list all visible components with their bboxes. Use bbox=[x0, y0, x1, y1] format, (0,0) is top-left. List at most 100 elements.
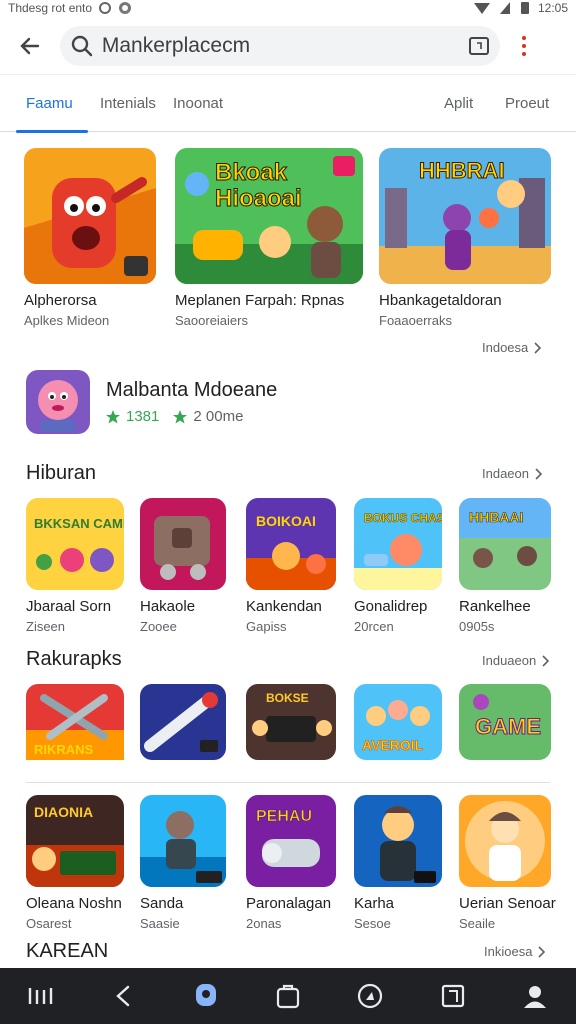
featured-subtitle: Foaaoerraks bbox=[379, 313, 452, 328]
apps-button[interactable] bbox=[266, 974, 310, 1018]
app-card[interactable]: RIKRANS bbox=[26, 684, 124, 776]
battery-icon bbox=[520, 2, 529, 14]
app-thumbnail bbox=[140, 684, 226, 760]
divider bbox=[26, 782, 550, 783]
back-button[interactable] bbox=[10, 26, 50, 66]
app-title: Rankelhee bbox=[459, 598, 531, 615]
app-card[interactable]: PEHAU Paronalagan 2onas bbox=[246, 795, 344, 931]
app-title: Hakaole bbox=[140, 598, 196, 615]
app-card[interactable]: Uerian Senoar Seaile bbox=[459, 795, 557, 931]
app-card[interactable]: Sanda Saasie bbox=[140, 795, 238, 931]
app-thumbnail bbox=[459, 795, 551, 887]
app-subtitle: Zooee bbox=[140, 619, 177, 634]
see-more-link[interactable]: Inkioesa bbox=[484, 944, 546, 959]
app-card[interactable]: HHBAAI Rankelhee 0905s bbox=[459, 498, 557, 634]
search-input[interactable] bbox=[101, 34, 461, 58]
app-thumbnail: PEHAU bbox=[246, 795, 336, 887]
app-subtitle: Osarest bbox=[26, 916, 72, 931]
app-thumbnail: DIAONIA bbox=[26, 795, 124, 887]
app-card[interactable]: AVEROIL bbox=[354, 684, 452, 760]
search-icon bbox=[71, 35, 93, 57]
tab-faamu[interactable]: Faamu bbox=[26, 95, 73, 112]
chevron-right-icon bbox=[535, 467, 543, 480]
featured-thumbnail: HHBRAI bbox=[379, 148, 551, 284]
app-thumbnail bbox=[140, 795, 226, 887]
see-more-link[interactable]: Induaeon bbox=[482, 653, 550, 668]
app-card[interactable]: Hakaole Zooee bbox=[140, 498, 238, 634]
app-subtitle: Ziseen bbox=[26, 619, 66, 634]
app-card[interactable]: BOKUS CHAS Gonalidrep 20rcen bbox=[354, 498, 452, 634]
app-thumbnail bbox=[140, 498, 226, 590]
see-more-link[interactable]: Indaeon bbox=[482, 466, 543, 481]
app-card[interactable]: BOKSE bbox=[246, 684, 344, 760]
app-thumbnail: RIKRANS bbox=[26, 684, 124, 776]
app-subtitle: Sesoe bbox=[354, 916, 391, 931]
featured-card[interactable]: HHBRAI Hbankagetaldoran Foaaoerraks bbox=[379, 148, 551, 328]
app-card[interactable]: BKKSAN CAMB Jbaraal Sorn Ziseen bbox=[26, 498, 124, 634]
app-title: Jbaraal Sorn bbox=[26, 598, 112, 615]
svg-text:BOIKOAI: BOIKOAI bbox=[256, 513, 316, 529]
app-thumbnail: BOKUS CHAS bbox=[354, 498, 442, 590]
back-nav-button[interactable] bbox=[101, 974, 145, 1018]
compass-icon bbox=[358, 983, 383, 1009]
app-card[interactable]: GAME bbox=[459, 684, 557, 760]
section-title: Rakurapks bbox=[26, 648, 122, 670]
app-subtitle: Gapiss bbox=[246, 619, 287, 634]
svg-text:AVEROIL: AVEROIL bbox=[362, 737, 424, 753]
featured-card[interactable]: Bkoak Hioaoai Meplanen Farpah: Rpnas Sao… bbox=[175, 148, 363, 328]
app-card[interactable]: Karha Sesoe bbox=[354, 795, 452, 931]
app-title: Paronalagan bbox=[246, 895, 332, 912]
tab-inoonat[interactable]: Inoonat bbox=[173, 95, 223, 112]
app-card[interactable] bbox=[140, 684, 238, 760]
svg-text:HHBAAI: HHBAAI bbox=[469, 509, 523, 525]
app-card[interactable]: BOIKOAI Kankendan Gapiss bbox=[246, 498, 344, 634]
tab-intenials[interactable]: Intenials bbox=[100, 95, 156, 112]
app-title: Kankendan bbox=[246, 598, 322, 615]
app-title: Karha bbox=[354, 895, 395, 912]
see-more-link[interactable]: Indoesa bbox=[482, 340, 542, 355]
status-text: Thdesg rot ento bbox=[8, 1, 93, 15]
promo-rating: 1381 bbox=[126, 408, 160, 425]
search-bar[interactable] bbox=[60, 26, 500, 66]
app-thumbnail: BOIKOAI bbox=[246, 498, 336, 590]
bag-icon bbox=[276, 984, 300, 1009]
home-icon bbox=[195, 984, 216, 1006]
library-icon bbox=[441, 984, 464, 1008]
wifi-icon bbox=[473, 3, 490, 14]
app-card[interactable]: DIAONIA Oleana Noshn Osarest bbox=[26, 795, 124, 931]
chevron-right-icon bbox=[542, 654, 550, 667]
featured-card[interactable]: Alpherorsa Aplkes Mideon bbox=[24, 148, 156, 328]
tab-aplit[interactable]: Aplit bbox=[444, 95, 473, 112]
home-button[interactable] bbox=[184, 974, 228, 1018]
svg-text:BOKUS CHAS: BOKUS CHAS bbox=[364, 511, 442, 525]
svg-text:BKKSAN CAMB: BKKSAN CAMB bbox=[34, 516, 124, 531]
app-subtitle: Seaile bbox=[459, 916, 496, 931]
app-thumbnail: BOKSE bbox=[246, 684, 336, 760]
app-title: Oleana Noshn bbox=[26, 895, 122, 912]
arrow-left-icon bbox=[20, 37, 40, 55]
featured-subtitle: Aplkes Mideon bbox=[24, 313, 110, 328]
games-button[interactable] bbox=[348, 974, 392, 1018]
app-bar bbox=[0, 18, 576, 74]
tab-bar: Faamu Intenials Inoonat Aplit Proeut bbox=[0, 74, 576, 133]
app-thumbnail: HHBAAI bbox=[459, 498, 551, 590]
svg-text:RIKRANS: RIKRANS bbox=[34, 742, 94, 757]
tab-proeut[interactable]: Proeut bbox=[505, 95, 549, 112]
tab-switcher-icon[interactable] bbox=[468, 35, 490, 57]
menu-button[interactable] bbox=[512, 26, 536, 66]
chevron-right-icon bbox=[534, 341, 542, 354]
library-button[interactable] bbox=[431, 974, 475, 1018]
profile-button[interactable] bbox=[513, 974, 557, 1018]
section-title: Hiburan bbox=[26, 462, 97, 484]
app-subtitle: 0905s bbox=[459, 619, 495, 634]
star-icon bbox=[173, 409, 188, 423]
navigation-bar bbox=[0, 968, 576, 1024]
promo-app-icon bbox=[26, 370, 90, 434]
promo-app[interactable]: Malbanta Mdoeane 1381 2 00me bbox=[26, 370, 277, 434]
sync-icon bbox=[119, 2, 132, 14]
promo-app-title: Malbanta Mdoeane bbox=[106, 379, 278, 401]
clock: 12:05 bbox=[537, 1, 568, 15]
recents-button[interactable] bbox=[19, 974, 63, 1018]
app-subtitle: Saasie bbox=[140, 916, 180, 931]
app-thumbnail: GAME bbox=[459, 684, 551, 760]
